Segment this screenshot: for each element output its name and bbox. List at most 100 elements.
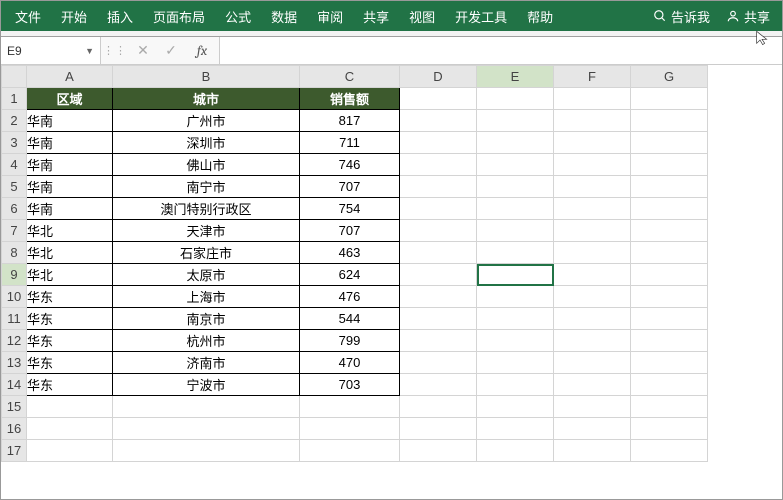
cell-D13[interactable] [400,352,477,374]
cell-A3[interactable]: 华南 [27,132,113,154]
cell-F5[interactable] [554,176,631,198]
cell-F13[interactable] [554,352,631,374]
cell-D17[interactable] [400,440,477,462]
row-header-9[interactable]: 9 [2,264,27,286]
cell-A2[interactable]: 华南 [27,110,113,132]
cell-G17[interactable] [631,440,708,462]
cell-A7[interactable]: 华北 [27,220,113,242]
cell-B12[interactable]: 杭州市 [113,330,300,352]
cell-G5[interactable] [631,176,708,198]
cell-A13[interactable]: 华东 [27,352,113,374]
formula-input[interactable] [220,37,782,64]
cell-B9[interactable]: 太原市 [113,264,300,286]
cell-E11[interactable] [477,308,554,330]
cell-C15[interactable] [300,396,400,418]
cell-C13[interactable]: 470 [300,352,400,374]
cell-C11[interactable]: 544 [300,308,400,330]
cell-F3[interactable] [554,132,631,154]
cell-D15[interactable] [400,396,477,418]
cell-A14[interactable]: 华东 [27,374,113,396]
cell-A15[interactable] [27,396,113,418]
cell-E17[interactable] [477,440,554,462]
cell-E8[interactable] [477,242,554,264]
col-header-G[interactable]: G [631,66,708,88]
cell-G13[interactable] [631,352,708,374]
cell-G11[interactable] [631,308,708,330]
cell-G16[interactable] [631,418,708,440]
cell-E13[interactable] [477,352,554,374]
cell-F11[interactable] [554,308,631,330]
cell-G4[interactable] [631,154,708,176]
row-header-10[interactable]: 10 [2,286,27,308]
cell-C3[interactable]: 711 [300,132,400,154]
cell-F10[interactable] [554,286,631,308]
cell-B15[interactable] [113,396,300,418]
cell-F17[interactable] [554,440,631,462]
cell-B1[interactable]: 城市 [113,88,300,110]
cell-B14[interactable]: 宁波市 [113,374,300,396]
cell-D16[interactable] [400,418,477,440]
cell-D8[interactable] [400,242,477,264]
cell-E5[interactable] [477,176,554,198]
enter-button[interactable]: ✓ [157,42,185,59]
row-header-8[interactable]: 8 [2,242,27,264]
cell-C7[interactable]: 707 [300,220,400,242]
cell-G7[interactable] [631,220,708,242]
cell-E6[interactable] [477,198,554,220]
cell-A17[interactable] [27,440,113,462]
cell-E16[interactable] [477,418,554,440]
cell-D1[interactable] [400,88,477,110]
cell-A4[interactable]: 华南 [27,154,113,176]
col-header-A[interactable]: A [27,66,113,88]
cell-E9[interactable] [477,264,554,286]
cell-B7[interactable]: 天津市 [113,220,300,242]
cell-A8[interactable]: 华北 [27,242,113,264]
cell-B17[interactable] [113,440,300,462]
row-header-11[interactable]: 11 [2,308,27,330]
cell-A10[interactable]: 华东 [27,286,113,308]
cell-F16[interactable] [554,418,631,440]
cell-E12[interactable] [477,330,554,352]
cell-G14[interactable] [631,374,708,396]
expand-button[interactable]: ⋮⋮ [101,44,129,57]
row-header-7[interactable]: 7 [2,220,27,242]
cell-G10[interactable] [631,286,708,308]
cell-B16[interactable] [113,418,300,440]
row-header-6[interactable]: 6 [2,198,27,220]
cell-F14[interactable] [554,374,631,396]
cell-E4[interactable] [477,154,554,176]
ribbon-tab-4[interactable]: 公式 [215,1,261,32]
cell-D6[interactable] [400,198,477,220]
tell-me-button[interactable]: 告诉我 [645,1,718,32]
cell-A12[interactable]: 华东 [27,330,113,352]
cell-B2[interactable]: 广州市 [113,110,300,132]
cell-E7[interactable] [477,220,554,242]
cell-G2[interactable] [631,110,708,132]
select-all-corner[interactable] [2,66,27,88]
row-header-15[interactable]: 15 [2,396,27,418]
cell-G15[interactable] [631,396,708,418]
cell-C2[interactable]: 817 [300,110,400,132]
cell-F6[interactable] [554,198,631,220]
row-header-3[interactable]: 3 [2,132,27,154]
cell-D5[interactable] [400,176,477,198]
cell-C17[interactable] [300,440,400,462]
ribbon-tab-7[interactable]: 共享 [353,1,399,32]
dropdown-icon[interactable]: ▼ [85,46,94,56]
cell-B13[interactable]: 济南市 [113,352,300,374]
cell-F4[interactable] [554,154,631,176]
cell-F9[interactable] [554,264,631,286]
cell-F2[interactable] [554,110,631,132]
ribbon-tab-10[interactable]: 帮助 [517,1,563,32]
cell-G12[interactable] [631,330,708,352]
cell-D7[interactable] [400,220,477,242]
fx-button[interactable]: fx [185,42,219,59]
ribbon-tab-2[interactable]: 插入 [97,1,143,32]
cell-D14[interactable] [400,374,477,396]
cancel-button[interactable]: ✕ [129,42,157,59]
cell-F12[interactable] [554,330,631,352]
cell-A9[interactable]: 华北 [27,264,113,286]
cell-B3[interactable]: 深圳市 [113,132,300,154]
cell-C4[interactable]: 746 [300,154,400,176]
cell-E1[interactable] [477,88,554,110]
